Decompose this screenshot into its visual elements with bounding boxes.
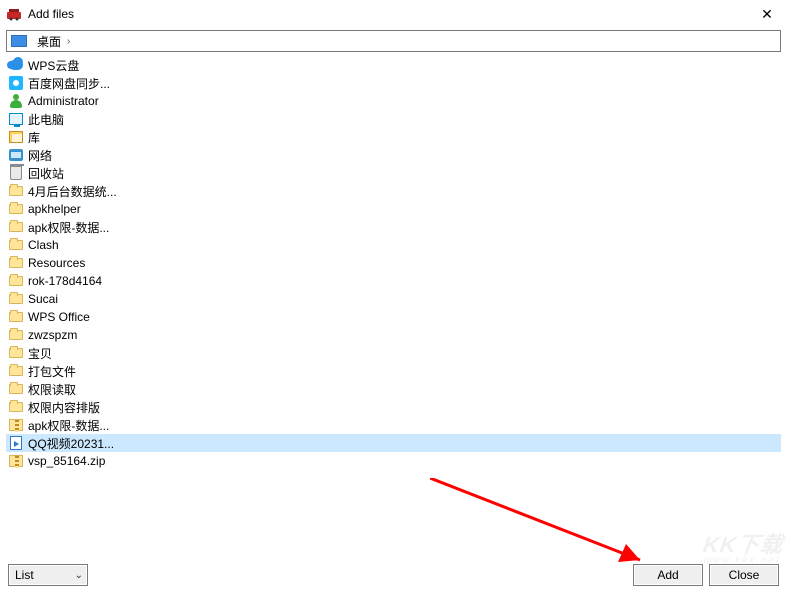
- file-label: zwzspzm: [28, 328, 77, 342]
- file-label: Administrator: [28, 94, 99, 108]
- file-row[interactable]: Resources: [6, 254, 781, 272]
- file-row[interactable]: 权限内容排版: [6, 398, 781, 416]
- close-button[interactable]: Close: [709, 564, 779, 586]
- file-label: 百度网盘同步...: [28, 75, 110, 92]
- file-row[interactable]: rok-178d4164: [6, 272, 781, 290]
- folder-icon: [8, 219, 24, 235]
- file-row[interactable]: 网络: [6, 146, 781, 164]
- folder-icon: [8, 255, 24, 271]
- breadcrumb-segment[interactable]: 桌面: [33, 33, 65, 50]
- folder-icon: [8, 345, 24, 361]
- folder-icon: [8, 183, 24, 199]
- file-label: 宝贝: [28, 345, 52, 362]
- file-row[interactable]: WPS Office: [6, 308, 781, 326]
- file-label: 回收站: [28, 165, 64, 182]
- breadcrumb-bar[interactable]: 桌面 ›: [6, 30, 781, 52]
- folder-icon: [8, 381, 24, 397]
- window-title: Add files: [28, 7, 74, 21]
- file-row[interactable]: 库: [6, 128, 781, 146]
- file-row[interactable]: 打包文件: [6, 362, 781, 380]
- file-label: Sucai: [28, 292, 58, 306]
- file-row[interactable]: apkhelper: [6, 200, 781, 218]
- pc-icon: [8, 111, 24, 127]
- close-button-label: Close: [729, 568, 760, 582]
- file-row[interactable]: apk权限-数据...: [6, 218, 781, 236]
- close-icon: ✕: [761, 6, 773, 23]
- lib-icon: [8, 129, 24, 145]
- add-button-label: Add: [657, 568, 678, 582]
- app-icon: [6, 6, 22, 22]
- file-label: 库: [28, 129, 40, 146]
- view-mode-select[interactable]: List ⌄: [8, 564, 88, 586]
- user-icon: [8, 93, 24, 109]
- file-label: apk权限-数据...: [28, 417, 109, 434]
- file-row[interactable]: 百度网盘同步...: [6, 74, 781, 92]
- title-bar: Add files ✕: [0, 0, 787, 28]
- file-row[interactable]: 此电脑: [6, 110, 781, 128]
- file-label: 4月后台数据统...: [28, 183, 117, 200]
- file-label: 网络: [28, 147, 52, 164]
- file-row[interactable]: Administrator: [6, 92, 781, 110]
- add-button[interactable]: Add: [633, 564, 703, 586]
- file-label: vsp_85164.zip: [28, 454, 105, 468]
- file-row[interactable]: Sucai: [6, 290, 781, 308]
- file-label: Clash: [28, 238, 59, 252]
- desktop-icon: [11, 35, 27, 47]
- file-row[interactable]: apk权限-数据...: [6, 416, 781, 434]
- zip-icon: [8, 417, 24, 433]
- file-label: 打包文件: [28, 363, 76, 380]
- file-label: rok-178d4164: [28, 274, 102, 288]
- folder-icon: [8, 273, 24, 289]
- file-label: 此电脑: [28, 111, 64, 128]
- folder-icon: [8, 363, 24, 379]
- file-label: QQ视频20231...: [28, 435, 114, 452]
- chevron-down-icon: ⌄: [75, 570, 83, 581]
- file-list[interactable]: WPS云盘百度网盘同步... Administrator 此电脑库网络回收站4月后台…: [6, 56, 781, 556]
- folder-icon: [8, 327, 24, 343]
- file-row[interactable]: vsp_85164.zip: [6, 452, 781, 470]
- folder-icon: [8, 399, 24, 415]
- window-close-button[interactable]: ✕: [747, 0, 787, 28]
- net-icon: [8, 147, 24, 163]
- file-row[interactable]: 权限读取: [6, 380, 781, 398]
- zip-icon: [8, 453, 24, 469]
- folder-icon: [8, 237, 24, 253]
- chevron-right-icon: ›: [65, 36, 72, 47]
- file-row[interactable]: 宝贝: [6, 344, 781, 362]
- file-row[interactable]: 4月后台数据统...: [6, 182, 781, 200]
- file-row[interactable]: Clash: [6, 236, 781, 254]
- bottom-toolbar: List ⌄ Add Close: [0, 556, 787, 594]
- file-label: 权限内容排版: [28, 399, 100, 416]
- folder-icon: [8, 291, 24, 307]
- file-label: 权限读取: [28, 381, 76, 398]
- file-row[interactable]: zwzspzm: [6, 326, 781, 344]
- file-label: apk权限-数据...: [28, 219, 109, 236]
- bin-icon: [8, 165, 24, 181]
- folder-icon: [8, 201, 24, 217]
- baidu-icon: [8, 75, 24, 91]
- file-label: apkhelper: [28, 202, 81, 216]
- file-label: Resources: [28, 256, 85, 270]
- file-row[interactable]: 回收站: [6, 164, 781, 182]
- file-label: WPS云盘: [28, 57, 79, 74]
- folder-icon: [8, 309, 24, 325]
- file-row[interactable]: WPS云盘: [6, 56, 781, 74]
- file-label: WPS Office: [28, 310, 90, 324]
- view-mode-label: List: [15, 568, 34, 582]
- file-row[interactable]: QQ视频20231...: [6, 434, 781, 452]
- cloud-icon: [8, 57, 24, 73]
- video-icon: [8, 435, 24, 451]
